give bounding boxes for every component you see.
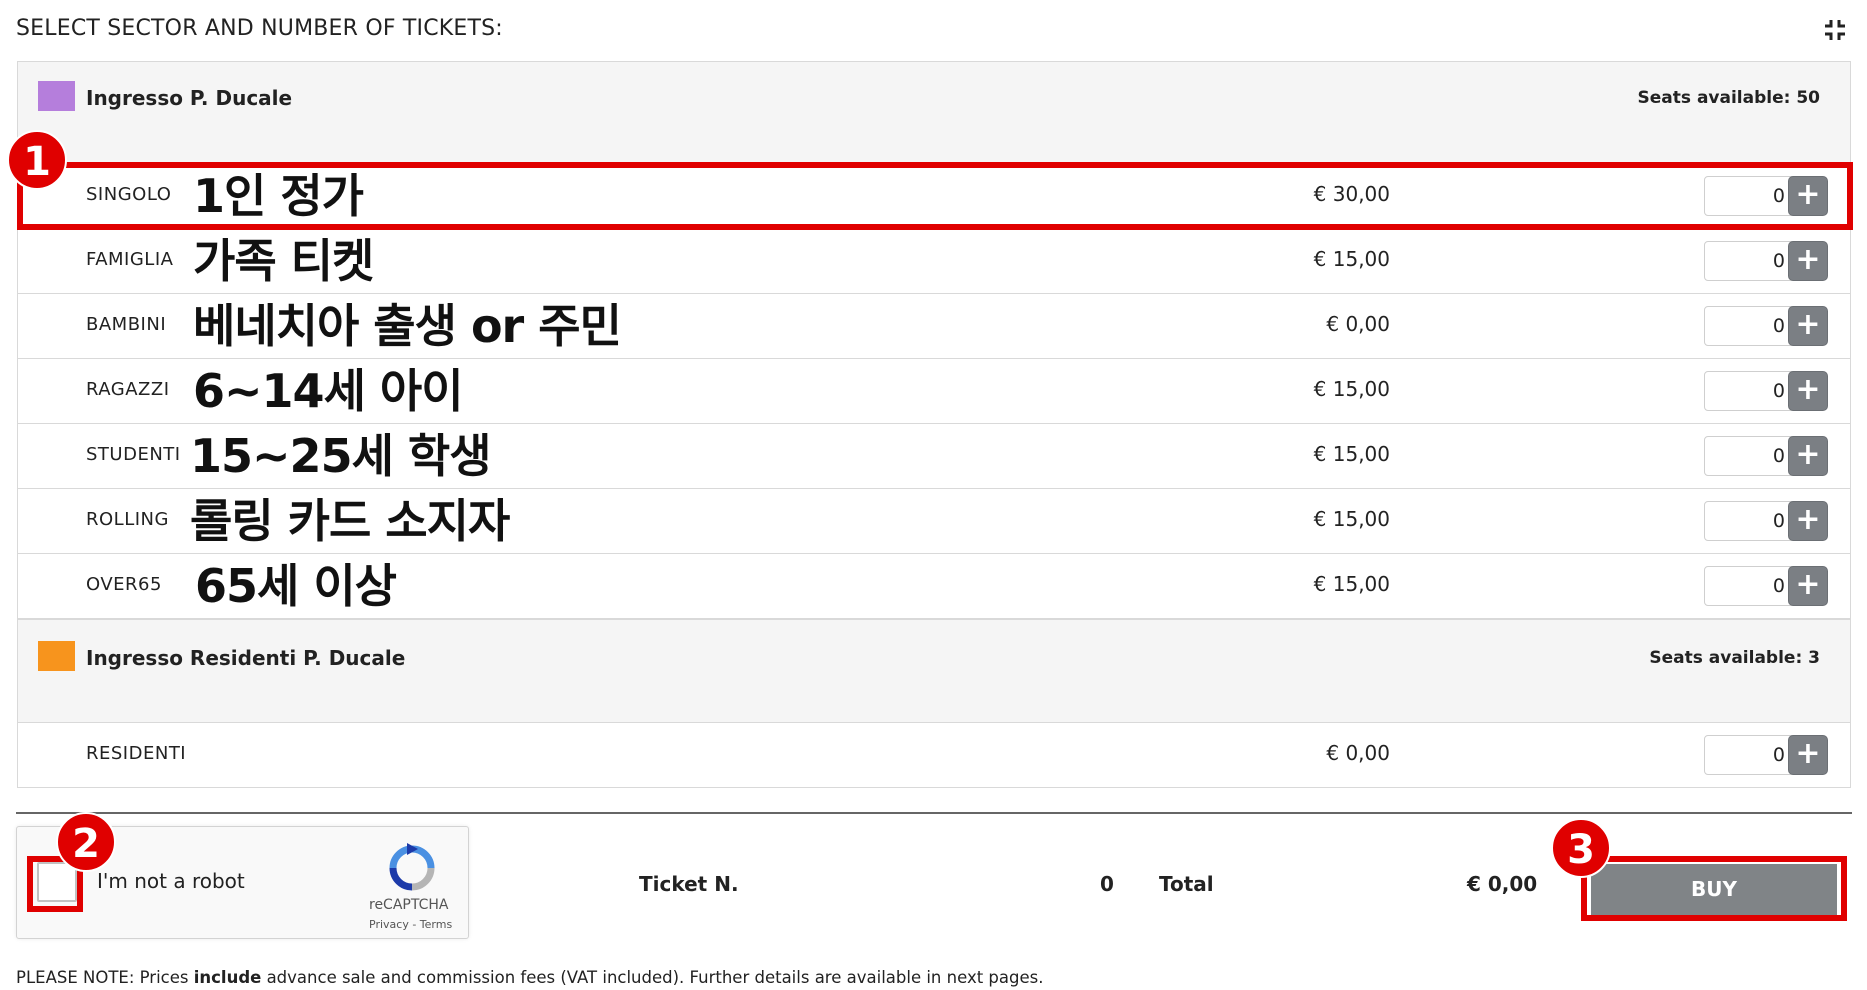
price-note-prefix: PLEASE NOTE: Prices — [16, 968, 194, 987]
quantity-stepper: 0 + — [1704, 501, 1838, 541]
ticket-price: € 0,00 — [1326, 312, 1390, 336]
increment-button[interactable]: + — [1788, 241, 1828, 281]
quantity-input[interactable]: 0 — [1704, 306, 1800, 346]
increment-button[interactable]: + — [1788, 735, 1828, 775]
price-note: PLEASE NOTE: Prices include advance sale… — [16, 968, 1043, 987]
ticket-price: € 15,00 — [1313, 247, 1390, 271]
annotation-highlight-1 — [17, 162, 1853, 230]
quantity-input[interactable]: 0 — [1704, 241, 1800, 281]
ticket-type-code: ROLLING — [86, 509, 169, 530]
sector-name: Ingresso Residenti P. Ducale — [86, 646, 406, 670]
ticket-type-code: FAMIGLIA — [86, 249, 174, 270]
ticket-row-residenti: RESIDENTI € 0,00 0 + — [18, 723, 1850, 787]
quantity-input[interactable]: 0 — [1704, 735, 1800, 775]
ticket-row-ragazzi: RAGAZZI 6~14세 아이 € 15,00 0 + — [18, 359, 1850, 424]
ticket-count-label: Ticket N. — [639, 872, 739, 896]
ticket-selection-page: SELECT SECTOR AND NUMBER OF TICKETS: Ing… — [0, 0, 1867, 990]
sector-name: Ingresso P. Ducale — [86, 86, 293, 110]
ticket-price: € 15,00 — [1313, 507, 1390, 531]
quantity-stepper: 0 + — [1704, 306, 1838, 346]
ticket-type-annotation: 롤링 카드 소지자 — [190, 494, 510, 548]
total-value: € 0,00 — [1467, 872, 1538, 896]
quantity-input[interactable]: 0 — [1704, 566, 1800, 606]
recaptcha-link-separator: - — [408, 918, 420, 931]
annotation-badge-1: 1 — [7, 130, 67, 190]
increment-button[interactable]: + — [1788, 501, 1828, 541]
increment-button[interactable]: + — [1788, 436, 1828, 476]
sector-color-swatch — [38, 81, 75, 111]
ticket-price: € 15,00 — [1313, 442, 1390, 466]
increment-button[interactable]: + — [1788, 566, 1828, 606]
recaptcha-links: Privacy - Terms — [369, 918, 452, 931]
quantity-input[interactable]: 0 — [1704, 371, 1800, 411]
ticket-row-bambini: BAMBINI 베네치아 출생 or 주민 € 0,00 0 + — [18, 294, 1850, 359]
recaptcha-terms-link[interactable]: Terms — [420, 918, 452, 931]
annotation-badge-3: 3 — [1551, 818, 1611, 878]
recaptcha-privacy-link[interactable]: Privacy — [369, 918, 409, 931]
collapse-icon[interactable] — [1823, 18, 1847, 42]
quantity-stepper: 0 + — [1704, 735, 1838, 775]
ticket-type-annotation: 6~14세 아이 — [193, 364, 464, 418]
ticket-type-code: OVER65 — [86, 574, 162, 595]
sector-header: Ingresso P. Ducale Seats available: 50 — [18, 62, 1850, 164]
quantity-input[interactable]: 0 — [1704, 501, 1800, 541]
annotation-badge-2: 2 — [56, 812, 116, 872]
footer-divider — [16, 812, 1852, 814]
recaptcha-brand: reCAPTCHA — [369, 897, 449, 913]
ticket-price: € 15,00 — [1313, 377, 1390, 401]
ticket-type-code: BAMBINI — [86, 314, 167, 335]
sector-header: Ingresso Residenti P. Ducale Seats avail… — [18, 619, 1850, 723]
price-note-suffix: advance sale and commission fees (VAT in… — [261, 968, 1044, 987]
ticket-type-code: RESIDENTI — [86, 743, 187, 764]
total-label: Total — [1159, 872, 1214, 896]
quantity-stepper: 0 + — [1704, 566, 1838, 606]
ticket-row-studenti: STUDENTI 15~25세 학생 € 15,00 0 + — [18, 424, 1850, 489]
ticket-row-rolling: ROLLING 롤링 카드 소지자 € 15,00 0 + — [18, 489, 1850, 554]
quantity-stepper: 0 + — [1704, 241, 1838, 281]
quantity-input[interactable]: 0 — [1704, 436, 1800, 476]
recaptcha-logo-icon — [389, 843, 435, 891]
increment-button[interactable]: + — [1788, 306, 1828, 346]
seats-available: Seats available: 50 — [1637, 88, 1820, 108]
quantity-stepper: 0 + — [1704, 436, 1838, 476]
sector-color-swatch — [38, 641, 75, 671]
price-note-emphasis: include — [193, 968, 262, 987]
page-title: SELECT SECTOR AND NUMBER OF TICKETS: — [16, 16, 503, 41]
annotation-highlight-3 — [1581, 856, 1847, 921]
ticket-count-value: 0 — [1100, 872, 1114, 896]
ticket-type-annotation: 15~25세 학생 — [190, 429, 492, 483]
ticket-type-annotation: 가족 티켓 — [193, 234, 374, 288]
ticket-row-over65: OVER65 65세 이상 € 15,00 0 + — [18, 554, 1850, 619]
ticket-row-famiglia: FAMIGLIA 가족 티켓 € 15,00 0 + — [18, 229, 1850, 294]
ticket-type-annotation: 65세 이상 — [195, 559, 397, 613]
quantity-stepper: 0 + — [1704, 371, 1838, 411]
ticket-type-annotation: 베네치아 출생 or 주민 — [193, 299, 622, 353]
ticket-type-code: STUDENTI — [86, 444, 181, 465]
seats-available: Seats available: 3 — [1649, 648, 1820, 668]
increment-button[interactable]: + — [1788, 371, 1828, 411]
ticket-price: € 0,00 — [1326, 741, 1390, 765]
ticket-type-code: RAGAZZI — [86, 379, 170, 400]
recaptcha-label: I'm not a robot — [97, 869, 245, 893]
ticket-price: € 15,00 — [1313, 572, 1390, 596]
